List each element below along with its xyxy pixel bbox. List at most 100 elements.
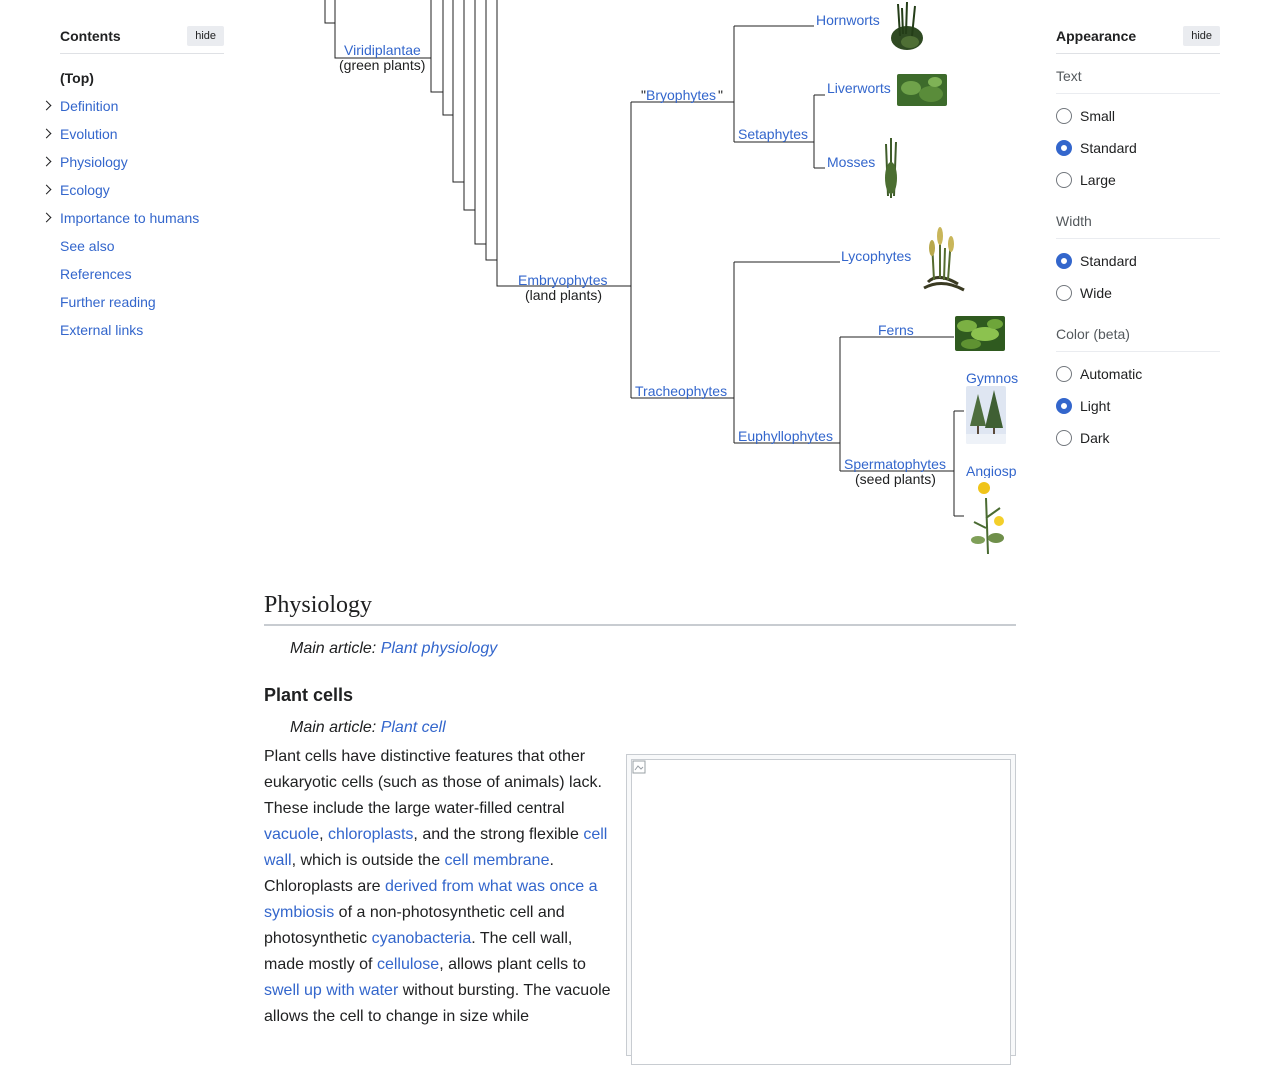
toc-item-label: (Top) [60,70,94,86]
clade-setaphytes-link[interactable]: Setaphytes [738,126,808,142]
clade-viridiplantae-link[interactable]: Viridiplantae [344,42,421,58]
chevron-right-icon[interactable] [42,128,54,140]
clade-angiosperms-link[interactable]: Angiosp [966,463,1017,479]
toc-link-importance[interactable]: Importance to humans [60,210,199,226]
plant-physiology-link[interactable]: Plant physiology [381,640,498,657]
toc-item-see-also: See also [60,232,224,260]
toc-link-see-also[interactable]: See also [60,238,114,254]
toc-link-further-reading[interactable]: Further reading [60,294,156,310]
chevron-right-icon[interactable] [42,184,54,196]
text-size-standard-option[interactable]: Standard [1056,132,1220,164]
vacuole-link[interactable]: vacuole [264,826,319,843]
radio-label: Automatic [1080,366,1143,382]
appearance-title: Appearance [1056,28,1137,44]
radio-small[interactable] [1056,108,1072,124]
cell-membrane-link[interactable]: cell membrane [445,852,550,869]
clade-gymnosperms-link[interactable]: Gymnos [966,370,1018,386]
clade-bryophytes-link[interactable]: Bryophytes [646,87,716,103]
radio-label: Dark [1080,430,1110,446]
plant-cell-figure [626,754,1016,1065]
toc-item-importance: Importance to humans [60,204,224,232]
fern-image[interactable] [955,316,1005,351]
hornwort-image[interactable] [888,0,926,52]
para-text: , allows plant cells to [439,956,586,973]
color-automatic-option[interactable]: Automatic [1056,358,1220,390]
color-title: Color (beta) [1056,323,1220,352]
toc-item-evolution: Evolution [60,120,224,148]
radio-label: Wide [1080,285,1112,301]
lycophyte-image[interactable] [918,222,968,292]
text-size-small-option[interactable]: Small [1056,100,1220,132]
liverwort-image[interactable] [897,74,947,106]
width-title: Width [1056,210,1220,239]
figure-image-frame[interactable] [631,759,1011,1065]
gymnosperm-image[interactable] [966,386,1006,444]
toc-title: Contents [60,28,121,44]
chevron-right-icon[interactable] [42,212,54,224]
clade-hornworts-link[interactable]: Hornworts [816,12,880,28]
radio-width-wide[interactable] [1056,285,1072,301]
hatnote-main-article: Main article: Plant physiology [264,636,1016,662]
clade-spermatophytes-link[interactable]: Spermatophytes [844,456,946,472]
hatnote-prefix: Main article: [290,640,381,657]
chevron-right-icon[interactable] [42,156,54,168]
toc-item-ecology: Ecology [60,176,224,204]
toc-link-ecology[interactable]: Ecology [60,182,110,198]
radio-label: Light [1080,398,1111,414]
appearance-hide-button[interactable]: hide [1183,26,1220,46]
color-light-option[interactable]: Light [1056,390,1220,422]
chloroplasts-link[interactable]: chloroplasts [328,826,413,843]
toc-link-definition[interactable]: Definition [60,98,118,114]
angiosperm-image[interactable] [966,478,1016,556]
toc-item-top[interactable]: (Top) [60,64,224,92]
width-wide-option[interactable]: Wide [1056,277,1220,309]
hatnote-prefix: Main article: [290,719,381,736]
radio-light-selected[interactable] [1056,398,1072,414]
para-text: , and the strong flexible [413,826,584,843]
color-dark-option[interactable]: Dark [1056,422,1220,454]
clade-euphyllophytes-link[interactable]: Euphyllophytes [738,428,833,444]
radio-automatic[interactable] [1056,366,1072,382]
section-heading-physiology: Physiology [264,588,1016,626]
hatnote-plant-cell: Main article: Plant cell [264,715,1016,741]
para-text: , which is outside the [291,852,445,869]
radio-label: Small [1080,108,1116,124]
radio-label: Standard [1080,140,1137,156]
toc-link-external-links[interactable]: External links [60,322,143,338]
clade-spermatophytes-sub: (seed plants) [855,471,936,487]
cellulose-link[interactable]: cellulose [377,956,439,973]
radio-dark[interactable] [1056,430,1072,446]
toc-link-evolution[interactable]: Evolution [60,126,118,142]
para-text: , [319,826,329,843]
radio-standard-selected[interactable] [1056,140,1072,156]
text-size-title: Text [1056,65,1220,94]
clade-liverworts-link[interactable]: Liverworts [827,80,891,96]
swell-up-with-water-link[interactable]: swell up with water [264,982,398,999]
toc-link-physiology[interactable]: Physiology [60,154,128,170]
clade-mosses-link[interactable]: Mosses [827,154,875,170]
clade-lycophytes-link[interactable]: Lycophytes [841,248,911,264]
cyanobacteria-link[interactable]: cyanobacteria [372,930,472,947]
width-standard-option[interactable]: Standard [1056,245,1220,277]
toc-item-references: References [60,260,224,288]
clade-tracheophytes-link[interactable]: Tracheophytes [635,383,727,399]
broken-image-icon [632,760,646,774]
toc-hide-button[interactable]: hide [187,26,224,46]
toc-link-references[interactable]: References [60,266,132,282]
clade-embryophytes-sub: (land plants) [525,287,603,303]
clade-ferns-link[interactable]: Ferns [878,322,914,338]
radio-large[interactable] [1056,172,1072,188]
text-size-large-option[interactable]: Large [1056,164,1220,196]
toc-item-further-reading: Further reading [60,288,224,316]
toc-item-external-links: External links [60,316,224,344]
clade-embryophytes-link[interactable]: Embryophytes [518,272,607,288]
width-options: Standard Wide [1056,245,1220,309]
chevron-right-icon[interactable] [42,100,54,112]
moss-image[interactable] [880,128,902,200]
para-text: Plant cells have distinctive features th… [264,748,602,817]
clade-bryophytes-quote-close: " [718,87,723,103]
appearance-header: Appearance hide [1056,24,1220,54]
text-size-options: Small Standard Large [1056,100,1220,196]
radio-width-standard-selected[interactable] [1056,253,1072,269]
plant-cell-link[interactable]: Plant cell [381,719,446,736]
